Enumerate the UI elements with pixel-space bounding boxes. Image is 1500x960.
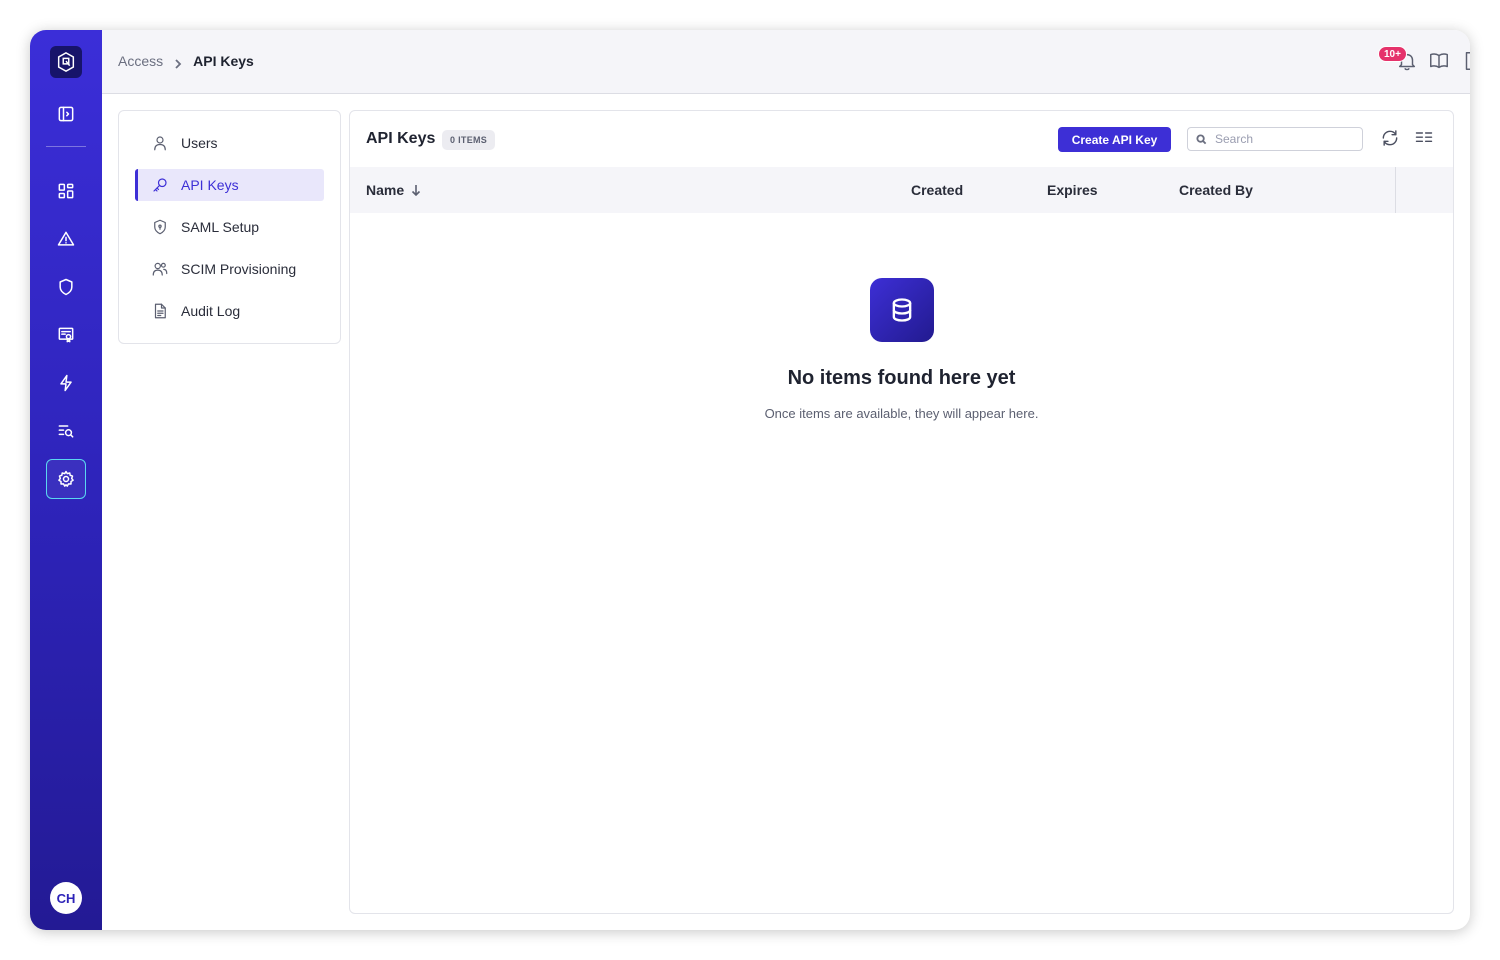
key-icon — [153, 178, 167, 192]
export-icon[interactable] — [1461, 50, 1470, 74]
column-header-label: Expires — [1047, 182, 1098, 198]
menu-item-label: Users — [181, 135, 218, 151]
page-title: API Keys — [366, 130, 436, 147]
column-header-label: Created — [911, 182, 964, 198]
menu-item-scim-provisioning[interactable]: SCIM Provisioning — [135, 253, 324, 285]
alert-icon[interactable] — [46, 219, 86, 259]
search-input[interactable] — [1215, 132, 1355, 146]
app-window: CH Access API Keys 10+ Users API Keys SA… — [30, 30, 1470, 930]
column-header-label: Created By — [1179, 182, 1253, 198]
book-icon[interactable] — [1428, 50, 1452, 74]
menu-item-api-keys[interactable]: API Keys — [135, 169, 324, 201]
top-bar: Access API Keys 10+ — [102, 30, 1470, 94]
menu-item-audit-log[interactable]: Audit Log — [135, 295, 324, 327]
columns-icon[interactable] — [1414, 128, 1436, 150]
dashboard-icon[interactable] — [46, 171, 86, 211]
column-header-name[interactable]: Name — [366, 182, 422, 198]
rail-divider — [46, 146, 86, 147]
shield-icon[interactable] — [46, 267, 86, 307]
breadcrumb-parent[interactable]: Access — [118, 53, 163, 69]
bolt-icon[interactable] — [46, 363, 86, 403]
logo-icon[interactable] — [50, 46, 82, 78]
breadcrumb: Access API Keys — [118, 53, 254, 69]
users-icon — [152, 262, 168, 276]
shield-icon — [154, 219, 166, 235]
column-header-created-by[interactable]: Created By — [1179, 182, 1253, 198]
table-header: Name Created Expires Created By — [350, 167, 1453, 213]
left-rail: CH — [30, 30, 102, 930]
menu-item-users[interactable]: Users — [135, 127, 324, 159]
column-header-created[interactable]: Created — [911, 182, 963, 198]
menu-item-label: API Keys — [181, 177, 239, 193]
item-count-badge: 0 ITEMS — [442, 130, 496, 150]
create-api-key-button[interactable]: Create API Key — [1058, 127, 1171, 152]
access-menu: Users API Keys SAML Setup SCIM Provision… — [118, 110, 341, 344]
avatar[interactable]: CH — [50, 882, 82, 914]
api-keys-panel: API Keys 0 ITEMS Create API Key Name Cre… — [349, 110, 1454, 914]
certificate-icon[interactable] — [46, 315, 86, 355]
settings-icon[interactable] — [46, 459, 86, 499]
menu-item-label: SAML Setup — [181, 219, 260, 235]
search-list-icon[interactable] — [46, 411, 86, 451]
menu-item-label: SCIM Provisioning — [181, 261, 297, 277]
empty-state-subtitle: Once items are available, they will appe… — [764, 406, 1039, 421]
refresh-icon[interactable] — [1380, 128, 1402, 150]
column-divider — [1395, 167, 1396, 213]
search-box[interactable] — [1187, 127, 1363, 151]
breadcrumb-current: API Keys — [193, 53, 254, 69]
notification-badge: 10+ — [1378, 46, 1407, 62]
document-icon — [154, 303, 166, 319]
chevron-right-icon — [173, 56, 183, 69]
user-icon — [154, 136, 166, 151]
menu-item-label: Audit Log — [181, 303, 241, 319]
menu-item-saml-setup[interactable]: SAML Setup — [135, 211, 324, 243]
search-icon — [1196, 133, 1207, 144]
column-header-label: Name — [366, 182, 405, 198]
column-header-expires[interactable]: Expires — [1047, 182, 1098, 198]
database-icon — [870, 278, 934, 342]
arrow-down-icon — [412, 185, 421, 196]
empty-state-title: No items found here yet — [787, 367, 1016, 389]
sidebar-toggle-icon[interactable] — [46, 94, 86, 134]
